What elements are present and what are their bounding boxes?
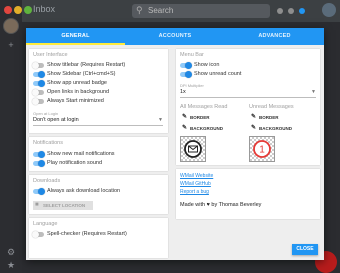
report-bug-link[interactable]: Report a bug xyxy=(180,189,209,195)
read-background-label: BACKGROUND xyxy=(190,126,223,131)
language-card: Language Spell-checker (Requires Restart… xyxy=(29,218,168,258)
download-location-toggle[interactable] xyxy=(33,188,45,195)
unread-count-label: Show unread count xyxy=(194,71,242,77)
spell-checker-label: Spell-checker (Requires Restart) xyxy=(47,231,127,237)
mail-icon xyxy=(184,140,202,158)
border-icon: ✎ xyxy=(182,114,188,120)
settings-icon[interactable]: ⚙ xyxy=(6,247,16,257)
minimize-window-icon[interactable] xyxy=(14,6,22,14)
open-links-toggle[interactable] xyxy=(32,89,44,96)
wizard-icon[interactable]: ★ xyxy=(6,260,16,270)
add-account-icon[interactable]: + xyxy=(6,40,16,50)
unread-background-label: BACKGROUND xyxy=(259,126,292,131)
unread-background-button[interactable]: ✎ BACKGROUND xyxy=(249,124,309,133)
show-titlebar-toggle[interactable] xyxy=(32,62,44,69)
start-minimized-toggle[interactable] xyxy=(32,98,44,105)
unread-badge-label: Show app unread badge xyxy=(47,80,107,86)
maximize-window-icon[interactable] xyxy=(24,6,32,14)
mail-notifications-label: Show new mail notifications xyxy=(47,151,115,157)
notification-sound-toggle[interactable] xyxy=(33,160,45,167)
downloads-card: Downloads Always ask download location ■… xyxy=(29,175,168,214)
unread-border-button[interactable]: ✎ BORDER xyxy=(249,113,293,122)
sidebar-account-avatar[interactable] xyxy=(3,18,19,34)
unread-badge-toggle[interactable] xyxy=(33,80,45,87)
unread-border-label: BORDER xyxy=(259,115,279,120)
user-interface-card: User Interface Show titlebar (Requires R… xyxy=(29,49,168,133)
unread-count-number: 1 xyxy=(259,145,265,156)
account-avatar[interactable] xyxy=(322,3,336,17)
open-at-login-value: Don't open at login xyxy=(33,117,79,123)
settings-tabs: GENERAL ACCOUNTS ADVANCED xyxy=(26,28,324,45)
dpi-multiplier-label: DPI Multiplier xyxy=(180,83,204,88)
show-sidebar-toggle[interactable] xyxy=(33,71,45,78)
show-icon-toggle[interactable] xyxy=(180,62,192,69)
all-read-title: All Messages Read xyxy=(180,104,228,110)
download-location-label: Always ask download location xyxy=(47,188,121,194)
unread-count-toggle[interactable] xyxy=(180,71,192,78)
unread-badge-icon: 1 xyxy=(253,140,271,158)
close-window-icon[interactable] xyxy=(4,6,12,14)
start-minimized-label: Always Start minimized xyxy=(47,98,104,104)
notifications-card: Notifications Show new mail notification… xyxy=(29,137,168,171)
show-titlebar-label: Show titlebar (Requires Restart) xyxy=(47,62,126,68)
menu-bar-card: Menu Bar Show icon Show unread count DPI… xyxy=(176,49,320,165)
tab-advanced[interactable]: ADVANCED xyxy=(225,28,324,45)
open-at-login-label: Open at Login xyxy=(33,111,59,116)
open-at-login-select[interactable]: Don't open at login ▼ xyxy=(33,117,163,126)
show-icon-label: Show icon xyxy=(194,62,220,68)
search-icon: ⚲ xyxy=(136,5,143,15)
menu-bar-title: Menu Bar xyxy=(180,52,204,58)
dpi-multiplier-select[interactable]: 1x ▼ xyxy=(180,89,316,98)
dpi-multiplier-value: 1x xyxy=(180,89,186,95)
show-sidebar-label: Show Sidebar (Ctrl+cmd+S) xyxy=(47,71,116,77)
settings-dialog: GENERAL ACCOUNTS ADVANCED User Interface… xyxy=(26,28,324,260)
read-background-button[interactable]: ✎ BACKGROUND xyxy=(180,124,240,133)
window-title: Inbox xyxy=(33,4,56,14)
github-link[interactable]: WMail GitHub xyxy=(180,181,211,187)
border-icon: ✎ xyxy=(251,114,257,120)
read-tray-preview xyxy=(180,136,206,162)
website-link[interactable]: WMail Website xyxy=(180,173,213,179)
read-border-label: BORDER xyxy=(190,115,210,120)
notifications-icon[interactable] xyxy=(288,8,294,14)
apps-icon[interactable] xyxy=(277,8,283,14)
sidebar: + ⚙ ★ xyxy=(0,0,22,273)
settings-body: User Interface Show titlebar (Requires R… xyxy=(26,45,324,260)
select-location-label: SELECT LOCATION xyxy=(43,203,86,208)
app-window: Inbox ⚲ Search + ⚙ ★ GENERAL ACCOUNTS AD… xyxy=(0,0,340,273)
open-links-label: Open links in background xyxy=(47,89,110,95)
made-with-text: Made with ♥ by Thomas Beverley xyxy=(180,202,262,208)
links-card: WMail Website WMail GitHub Report a bug … xyxy=(176,169,320,219)
unread-title: Unread Messages xyxy=(249,104,294,110)
mail-header-bar: Inbox ⚲ Search xyxy=(22,0,340,22)
select-location-button[interactable]: ■ SELECT LOCATION xyxy=(33,201,93,210)
downloads-title: Downloads xyxy=(33,178,61,184)
folder-icon: ■ xyxy=(35,202,39,208)
unread-tray-preview: 1 xyxy=(249,136,275,162)
share-icon[interactable] xyxy=(299,8,305,14)
paint-bucket-icon: ✎ xyxy=(251,125,257,131)
mail-notifications-toggle[interactable] xyxy=(33,151,45,158)
read-border-button[interactable]: ✎ BORDER xyxy=(180,113,224,122)
search-bar[interactable]: ⚲ Search xyxy=(132,4,270,18)
user-interface-title: User Interface xyxy=(33,52,68,58)
notification-sound-label: Play notification sound xyxy=(47,160,103,166)
chevron-down-icon: ▼ xyxy=(158,117,163,123)
paint-bucket-icon: ✎ xyxy=(182,125,188,131)
spell-checker-toggle[interactable] xyxy=(32,231,44,238)
close-button[interactable]: CLOSE xyxy=(292,244,318,255)
notifications-title: Notifications xyxy=(33,140,63,146)
chevron-down-icon: ▼ xyxy=(311,89,316,95)
search-placeholder: Search xyxy=(148,6,174,15)
tab-accounts[interactable]: ACCOUNTS xyxy=(125,28,225,45)
language-title: Language xyxy=(33,221,58,227)
